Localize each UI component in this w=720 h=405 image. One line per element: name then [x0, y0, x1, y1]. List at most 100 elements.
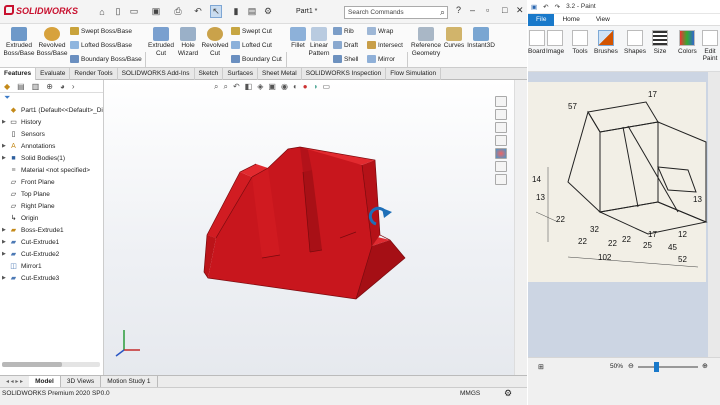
- units-selector[interactable]: MMGS: [460, 390, 480, 397]
- tree-item-sensors[interactable]: ▯ Sensors: [2, 128, 103, 140]
- vertical-scrollbar[interactable]: [514, 80, 527, 375]
- tree-item-right-plane[interactable]: ▱ Right Plane: [2, 200, 103, 212]
- tree-item-cut-extrude1[interactable]: ▶ ▰ Cut-Extrude1: [2, 236, 103, 248]
- swept-cut-button[interactable]: Swept Cut: [231, 27, 272, 35]
- boundary-cut-button[interactable]: Boundary Cut: [231, 55, 282, 63]
- shell-button[interactable]: Shell: [333, 55, 358, 63]
- traffic-light-icon[interactable]: ▮: [230, 5, 242, 18]
- tab-addins[interactable]: SOLIDWORKS Add-Ins: [118, 68, 195, 80]
- minimize-icon[interactable]: –: [470, 5, 475, 15]
- zoom-slider-thumb[interactable]: [654, 362, 659, 372]
- maximize-icon[interactable]: □: [502, 5, 507, 15]
- paint-tools-button[interactable]: Tools: [572, 30, 588, 55]
- tab-motion-study[interactable]: Motion Study 1: [101, 375, 158, 388]
- forum-icon[interactable]: [495, 174, 507, 185]
- new-file-icon[interactable]: ▯: [112, 5, 124, 18]
- help-icon[interactable]: ?: [456, 5, 461, 15]
- paint-menu-view[interactable]: View: [588, 14, 618, 26]
- options-gear-icon[interactable]: ⚙: [262, 5, 274, 18]
- wrap-button[interactable]: Wrap: [367, 27, 393, 35]
- paint-image-button[interactable]: Image: [546, 30, 564, 55]
- restore-icon[interactable]: ▫: [486, 5, 489, 15]
- reference-geometry-button[interactable]: Reference Geometry: [409, 27, 443, 57]
- tab-render-tools[interactable]: Render Tools: [70, 68, 118, 80]
- part-model-3d[interactable]: [104, 80, 514, 375]
- intersect-button[interactable]: Intersect: [367, 41, 403, 49]
- tree-item-annotations[interactable]: ▶ A Annotations: [2, 140, 103, 152]
- print-icon[interactable]: ⎙: [172, 5, 184, 18]
- draft-button[interactable]: Draft: [333, 41, 358, 49]
- lofted-boss-button[interactable]: Lofted Boss/Base: [70, 41, 132, 49]
- tree-item-part1[interactable]: ◆ Part1 (Default<<Default>_Di: [2, 104, 103, 116]
- linear-pattern-button[interactable]: Linear Pattern: [307, 27, 331, 57]
- rib-button[interactable]: Rib: [333, 27, 354, 35]
- paint-edit-button[interactable]: Edit Paint: [700, 30, 720, 62]
- tab-features[interactable]: Features: [0, 68, 37, 80]
- zoom-slider[interactable]: [638, 366, 698, 368]
- tree-item-material[interactable]: ≡ Material <not specified>: [2, 164, 103, 176]
- tree-item-history[interactable]: ▶ ▭ History: [2, 116, 103, 128]
- paint-brushes-button[interactable]: Brushes: [594, 30, 618, 55]
- status-settings-icon[interactable]: ⚙: [504, 388, 512, 399]
- dimxpert-icon[interactable]: ⊕: [46, 82, 53, 91]
- design-library-icon[interactable]: [495, 109, 507, 120]
- tab-sketch[interactable]: Sketch: [195, 68, 224, 80]
- lofted-cut-button[interactable]: Lofted Cut: [231, 41, 272, 49]
- open-folder-icon[interactable]: ▭: [128, 5, 140, 18]
- tree-item-mirror1[interactable]: ◫ Mirror1: [2, 260, 103, 272]
- rebuild-icon[interactable]: ▤: [246, 5, 258, 18]
- tab-3d-views[interactable]: 3D Views: [61, 375, 102, 388]
- select-cursor-icon[interactable]: ↖: [210, 5, 222, 18]
- tab-flow-simulation[interactable]: Flow Simulation: [386, 68, 442, 80]
- mirror-button[interactable]: Mirror: [367, 55, 395, 63]
- tab-scroll-arrows-icon[interactable]: ◂ ◂ ▸ ▸: [0, 378, 29, 385]
- paint-shapes-button[interactable]: Shapes: [624, 30, 646, 55]
- tab-sheet-metal[interactable]: Sheet Metal: [258, 68, 302, 80]
- paint-undo-icon[interactable]: ↶: [543, 3, 548, 11]
- paint-redo-icon[interactable]: ↷: [555, 3, 560, 11]
- tree-item-solid-bodies[interactable]: ▶ ■ Solid Bodies(1): [2, 152, 103, 164]
- tab-inspection[interactable]: SOLIDWORKS Inspection: [302, 68, 387, 80]
- search-commands-input[interactable]: Search Commands ⌕: [344, 6, 448, 19]
- save-icon[interactable]: ▣: [150, 5, 162, 18]
- paint-size-button[interactable]: Size: [652, 30, 668, 55]
- tab-surfaces[interactable]: Surfaces: [223, 68, 259, 80]
- appearances-icon[interactable]: [495, 148, 507, 159]
- feature-tree-scrollbar[interactable]: [2, 362, 100, 367]
- hole-wizard-button[interactable]: Hole Wizard: [175, 27, 201, 57]
- task-pane-home-icon[interactable]: [495, 96, 507, 107]
- extruded-cut-button[interactable]: Extruded Cut: [147, 27, 175, 57]
- extruded-boss-button[interactable]: Extruded Boss/Base: [3, 27, 35, 57]
- file-explorer-icon[interactable]: [495, 122, 507, 133]
- fillet-button[interactable]: Fillet: [288, 27, 308, 50]
- close-icon[interactable]: ✕: [516, 5, 524, 16]
- paint-vertical-scrollbar[interactable]: [708, 72, 720, 357]
- paint-colors-button[interactable]: Colors: [678, 30, 697, 55]
- paint-menu-home[interactable]: Home: [554, 14, 587, 26]
- paint-clipboard-button[interactable]: Board: [528, 30, 545, 55]
- expand-panel-icon[interactable]: ›: [72, 82, 75, 91]
- home-icon[interactable]: ⌂: [96, 5, 108, 18]
- tree-item-cut-extrude3[interactable]: ▶ ▰ Cut-Extrude3: [2, 272, 103, 284]
- graphics-area[interactable]: ⌕ ⌕ ↶ ◧ ◈ ▣ ◉ ◐ ● ◑ ▭: [104, 80, 514, 375]
- paint-canvas-image[interactable]: 57 17 22 32 14 22 45 32 13 22 22 25 102 …: [528, 72, 720, 357]
- undo-icon[interactable]: ↶: [192, 5, 204, 18]
- instant3d-button[interactable]: Instant3D: [466, 27, 496, 50]
- boundary-boss-button[interactable]: Boundary Boss/Base: [70, 55, 142, 63]
- revolved-cut-button[interactable]: Revolved Cut: [201, 27, 229, 57]
- tree-item-cut-extrude2[interactable]: ▶ ▰ Cut-Extrude2: [2, 248, 103, 260]
- display-manager-icon[interactable]: ◕: [60, 82, 65, 91]
- tab-evaluate[interactable]: Evaluate: [36, 68, 71, 80]
- curves-button[interactable]: Curves: [442, 27, 466, 50]
- paint-menu-file[interactable]: File: [528, 13, 555, 26]
- tree-item-boss-extrude1[interactable]: ▶ ▰ Boss-Extrude1: [2, 224, 103, 236]
- scrollbar-thumb[interactable]: [2, 362, 62, 367]
- zoom-in-icon[interactable]: ⊕: [702, 362, 708, 370]
- tree-item-front-plane[interactable]: ▱ Front Plane: [2, 176, 103, 188]
- tree-item-origin[interactable]: ↳ Origin: [2, 212, 103, 224]
- revolved-boss-button[interactable]: Revolved Boss/Base: [36, 27, 68, 57]
- tab-model[interactable]: Model: [29, 375, 61, 388]
- property-manager-icon[interactable]: ▤: [17, 82, 25, 91]
- custom-properties-icon[interactable]: [495, 161, 507, 172]
- view-palette-icon[interactable]: [495, 135, 507, 146]
